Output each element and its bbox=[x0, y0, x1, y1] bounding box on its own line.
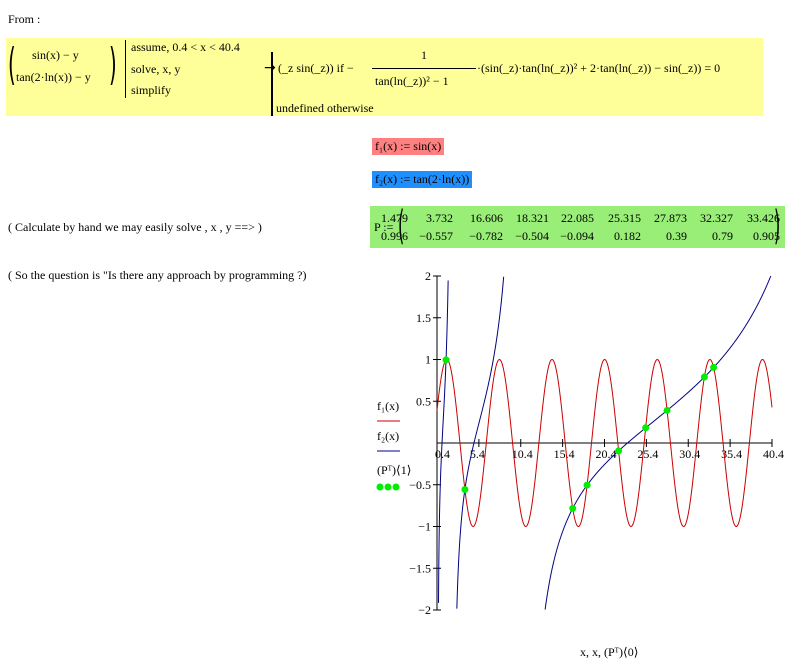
y-tick-label: −0.5 bbox=[409, 478, 431, 492]
y-tick-label: 1 bbox=[425, 353, 431, 367]
legend-f1-label: f₁(x) bbox=[377, 399, 399, 413]
legend-points-swatch bbox=[392, 483, 400, 491]
x-tick-label: 30.4 bbox=[679, 447, 700, 461]
y-tick-label: 0.5 bbox=[416, 394, 431, 408]
legend-points-swatch bbox=[376, 483, 384, 491]
intersection-point bbox=[663, 406, 671, 414]
plot-chart[interactable]: 0.4 5.4 10.4 15.4 20.4 25.4 30.4 35.4 40.421.510… bbox=[0, 0, 799, 671]
y-tick-label: 1.5 bbox=[416, 311, 431, 325]
intersection-point bbox=[461, 486, 469, 494]
x-tick-label: 20.4 bbox=[596, 447, 617, 461]
y-tick-label: 2 bbox=[425, 269, 431, 283]
y-tick-label: −1 bbox=[418, 520, 431, 534]
x-tick-label: 40.4 bbox=[763, 447, 784, 461]
intersection-point bbox=[442, 356, 450, 364]
intersection-point bbox=[569, 504, 577, 512]
legend-f2-label: f₂(x) bbox=[377, 429, 399, 443]
legend-points-label: (Pᵀ)⟨1⟩ bbox=[377, 463, 411, 477]
x-tick-label: 25.4 bbox=[637, 447, 658, 461]
y-tick-label: −2 bbox=[418, 603, 431, 617]
x-tick-label: 15.4 bbox=[554, 447, 575, 461]
x-tick-label: 0.4 bbox=[435, 447, 450, 461]
intersection-point bbox=[615, 447, 623, 455]
x-axis-label: x, x, (Pᵀ)⟨0⟩ bbox=[580, 645, 638, 659]
intersection-point bbox=[583, 481, 591, 489]
legend-points-swatch bbox=[384, 483, 392, 491]
x-tick-label: 10.4 bbox=[512, 447, 533, 461]
intersection-point bbox=[642, 424, 650, 432]
y-tick-label: −1.5 bbox=[409, 561, 431, 575]
intersection-point bbox=[710, 363, 718, 371]
intersection-point bbox=[700, 373, 708, 381]
